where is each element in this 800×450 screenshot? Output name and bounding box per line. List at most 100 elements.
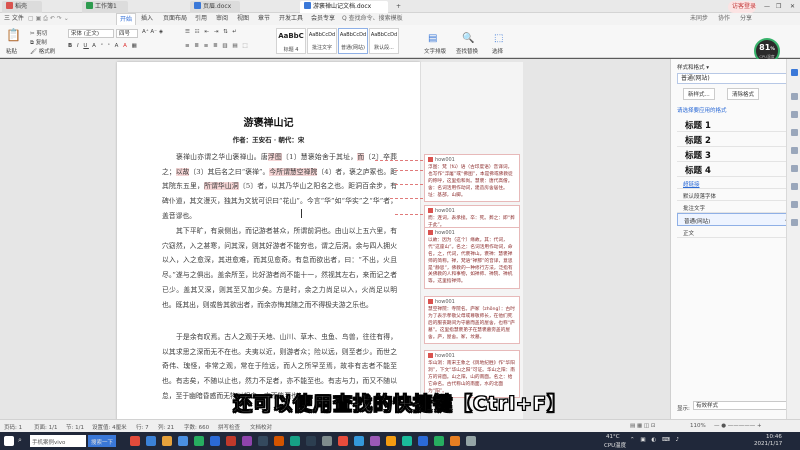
app-icon-9[interactable]	[258, 436, 268, 446]
app-icon-14[interactable]	[338, 436, 348, 446]
menu-insert[interactable]: 插入	[141, 13, 153, 25]
style-item-heading2[interactable]: 标题 2↵	[677, 132, 795, 147]
new-style-button[interactable]: 新样式...	[683, 88, 715, 100]
style-normal-web[interactable]: AaBbCcDd 普通(网站)	[338, 28, 368, 54]
grow-shrink-font-buttons[interactable]: A⁺ A⁻ ◈	[142, 29, 163, 35]
list-buttons[interactable]: ☰ ☷ ⇤ ⇥ ⇅ ↵	[185, 29, 239, 35]
collab-button[interactable]: 协作	[718, 13, 730, 25]
styles-icon[interactable]	[791, 93, 798, 100]
style-item-default-font[interactable]: 默认段落字体a	[677, 189, 795, 201]
search-command[interactable]: Q 查找命令、搜索模板	[342, 13, 403, 25]
app-icon-2[interactable]	[146, 436, 156, 446]
status-word-count[interactable]: 字数: 660	[184, 423, 209, 431]
app-icon-20[interactable]	[434, 436, 444, 446]
spell-check-button[interactable]: 拼写检查	[218, 423, 240, 431]
zoom-slider[interactable]: — ● ————— +	[714, 423, 762, 429]
app-icon-13[interactable]	[322, 436, 332, 446]
cut-button[interactable]: ✂ 剪切	[30, 29, 47, 37]
comment-1[interactable]: how001 浮图：梵（fú）语（古印度语）音译词，也写作“浮屠”或“佛图”，本是…	[424, 154, 520, 203]
quick-access-icons[interactable]: ▢ ▣ ⎙ ↶ ↷ ⌄	[28, 13, 69, 25]
doc-check-button[interactable]: 文档校对	[250, 423, 272, 431]
style-item-comment-text[interactable]: 批注文字↵	[677, 201, 795, 213]
show-styles-select[interactable]: 有效样式	[693, 401, 791, 410]
app-icon-6[interactable]	[210, 436, 220, 446]
share-button[interactable]: 分享	[740, 13, 752, 25]
new-tab-button[interactable]: +	[392, 1, 402, 13]
tray-icons[interactable]: ⌃ ▣ ◐ ⌨ ♪	[630, 437, 681, 443]
text-tools-button[interactable]: 文字排版	[424, 47, 446, 55]
search-icon[interactable]: ⌕	[18, 436, 24, 446]
menu-page-layout[interactable]: 页面布局	[163, 13, 187, 25]
select-button[interactable]: 选择	[492, 47, 503, 55]
select-icon[interactable]: ⬚	[494, 33, 503, 44]
app-icon-22[interactable]	[466, 436, 476, 446]
backup-icon[interactable]	[791, 183, 798, 190]
app-icon-16[interactable]	[370, 436, 380, 446]
style-item-normal-web[interactable]: 普通(网站)↵	[677, 213, 795, 226]
style-item-heading1[interactable]: 标题 1↵	[677, 117, 795, 132]
menu-chapter[interactable]: 章节	[258, 13, 270, 25]
app-icon-17[interactable]	[386, 436, 396, 446]
app-icon-1[interactable]	[130, 436, 140, 446]
zoom-level[interactable]: 110%	[690, 423, 706, 429]
app-icon-3[interactable]	[162, 436, 172, 446]
app-icon-15[interactable]	[354, 436, 364, 446]
paste-icon[interactable]: 📋	[6, 28, 21, 42]
view-mode-buttons[interactable]: ▤ ▦ ◫ ⊡	[630, 423, 655, 429]
find-replace-button[interactable]: 查找替换	[456, 47, 478, 55]
font-style-buttons[interactable]: B I U A ˣ ˢ A A ▦	[68, 43, 138, 49]
shapes-icon[interactable]	[791, 129, 798, 136]
document-page[interactable]: 游褒禅山记 作者：王安石 · 朝代：宋 褒禅山亦谓之华山褒禅山。唐浮图〔1〕慧褒…	[117, 62, 420, 422]
paragraph-1[interactable]: 褒禅山亦谓之华山褒禅山。唐浮图〔1〕慧褒始舍于其址，而〔2〕卒葬之；以故〔3〕其…	[162, 150, 397, 224]
cursor-icon[interactable]	[791, 111, 798, 118]
unsynced-status[interactable]: 未同步	[690, 13, 708, 25]
location-icon[interactable]	[791, 69, 798, 76]
app-icon-10[interactable]	[274, 436, 284, 446]
maximize-button[interactable]: ❐	[772, 1, 782, 13]
taskbar-search-input[interactable]: 手机案例vivo	[30, 435, 86, 447]
style-item-body[interactable]: 正文↵	[677, 226, 795, 238]
help-icon[interactable]	[791, 219, 798, 226]
paragraph-2[interactable]: 其下平旷，有泉侧出，而记游者甚众，所谓前洞也。由山以上五六里，有穴窈然，入之甚寒…	[162, 224, 397, 312]
menu-member[interactable]: 会员专享	[311, 13, 335, 25]
clear-format-button[interactable]: 清除格式	[727, 88, 760, 100]
comment-4[interactable]: how001 慧空禅院：寺院名。庐冢（zhǒng）：古时为了表示孝敬父母或尊敬师长…	[424, 296, 520, 345]
tab-workbook[interactable]: 工作簿1	[82, 1, 128, 13]
format-painter-button[interactable]: 🖌 格式刷	[30, 47, 55, 55]
app-icon-21[interactable]	[450, 436, 460, 446]
current-style-select[interactable]: 普通(网站)	[677, 73, 795, 84]
tab-active-doc[interactable]: 游褒禅山记文档.docx	[300, 1, 388, 13]
font-size-select[interactable]: 四号	[116, 29, 138, 38]
app-icon-8[interactable]	[242, 436, 252, 446]
windows-start-icon[interactable]	[4, 436, 14, 446]
style-comment-text[interactable]: AaBbCcDd 批注文字	[307, 28, 337, 54]
settings-icon[interactable]	[791, 147, 798, 154]
menu-view[interactable]: 视图	[237, 13, 249, 25]
app-icon-5[interactable]	[194, 436, 204, 446]
app-icon-11[interactable]	[290, 436, 300, 446]
style-item-heading3[interactable]: 标题 3↵	[677, 147, 795, 162]
style-item-heading4[interactable]: 标题 4↵	[677, 162, 795, 177]
app-icon-7[interactable]	[226, 436, 236, 446]
minimize-button[interactable]: —	[760, 1, 770, 13]
copy-button[interactable]: ⧉ 复制	[30, 38, 47, 47]
tab-docer[interactable]: 稻壳	[2, 1, 42, 13]
style-heading4[interactable]: AaBbC 标题 4	[276, 28, 306, 54]
style-item-hyperlink[interactable]: 超链接a	[677, 177, 795, 189]
menu-dev-tools[interactable]: 开发工具	[279, 13, 303, 25]
menu-start[interactable]: 开始	[116, 13, 137, 25]
text-tools-icon[interactable]: ▤	[428, 33, 437, 44]
app-icon-19[interactable]	[418, 436, 428, 446]
style-default-para[interactable]: AaBbCcDd 默认段...	[369, 28, 399, 54]
close-window-button[interactable]: ✕	[786, 1, 798, 13]
navigation-icon[interactable]	[791, 165, 798, 172]
menu-reference[interactable]: 引用	[195, 13, 207, 25]
app-icon-12[interactable]	[306, 436, 316, 446]
app-icon-18[interactable]	[402, 436, 412, 446]
styles-pane-header[interactable]: 样式和格式 ▾	[677, 63, 709, 71]
taskbar-search-button[interactable]: 搜索一下	[88, 435, 117, 447]
app-icon-4[interactable]	[178, 436, 188, 446]
paste-button[interactable]: 粘贴	[6, 47, 17, 55]
paragraph-align-buttons[interactable]: ≡ ≣ ≡ ≣ ▥ ▤ ⬚	[185, 43, 249, 49]
font-name-select[interactable]: 宋体 (正文)	[68, 29, 114, 38]
